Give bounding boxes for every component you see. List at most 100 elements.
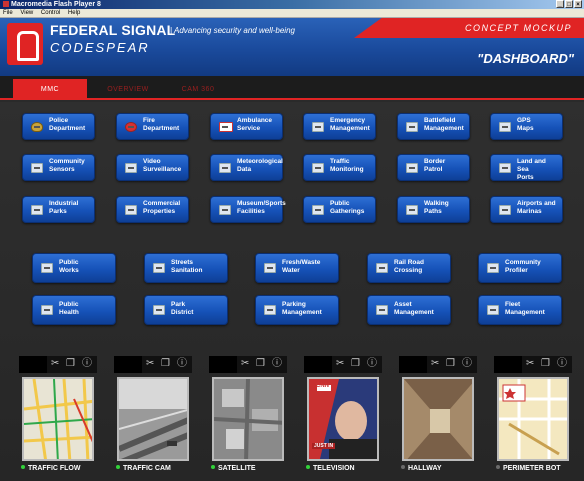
service-button-airport[interactable]: Airports and Marinas — [490, 196, 563, 223]
window-icon[interactable]: ❐ — [66, 358, 75, 370]
profiler-icon — [487, 263, 499, 273]
menu-control[interactable]: Control — [41, 10, 60, 16]
service-button-profiler[interactable]: Community Profiler — [478, 253, 562, 283]
service-button-fire[interactable]: Fire Department — [116, 113, 189, 140]
camera-feed-perimeter-bot[interactable]: ✂ ❐ ⓘ PERIMETER BOT — [494, 356, 572, 476]
feed-status-box — [399, 356, 427, 373]
battlefield-icon — [406, 122, 418, 132]
service-button-rail[interactable]: Rail Road Crossing — [367, 253, 451, 283]
menu-file[interactable]: File — [3, 10, 13, 16]
service-button-border[interactable]: Border Patrol — [397, 154, 470, 181]
perimeter-map — [499, 379, 567, 459]
service-label: Museum/Sports Facilities — [237, 200, 286, 215]
service-button-gps[interactable]: GPS Maps — [490, 113, 563, 140]
tab-mmc[interactable]: MMC — [13, 79, 87, 100]
feed-image[interactable]: CNN JUST IN — [307, 377, 379, 461]
cnn-logo: CNN — [316, 383, 329, 389]
settings-icon[interactable]: ✂ — [526, 358, 534, 370]
service-button-asset[interactable]: Asset Management — [367, 295, 451, 325]
service-button-traffic[interactable]: Traffic Monitoring — [303, 154, 376, 181]
service-label: Video Surveillance — [143, 158, 182, 173]
camera-feed-traffic-cam[interactable]: ✂ ❐ ⓘ TRAFFIC CAM — [114, 356, 192, 476]
feed-controls: ✂ ❐ ⓘ — [209, 356, 287, 373]
asset-icon — [376, 305, 388, 315]
service-label: Asset Management — [394, 301, 434, 316]
brand-name: FEDERAL SIGNAL — [50, 22, 176, 38]
menu-help[interactable]: Help — [68, 10, 80, 16]
service-label: Industrial Parks — [49, 200, 79, 215]
info-icon[interactable]: ⓘ — [557, 358, 567, 370]
camera-feed-television[interactable]: ✂ ❐ ⓘ CNN JUST IN TELEVISION — [304, 356, 382, 476]
service-button-park[interactable]: Park District — [144, 295, 228, 325]
flash-app-icon — [3, 1, 9, 7]
feed-image[interactable] — [117, 377, 189, 461]
service-button-walking[interactable]: Walking Paths — [397, 196, 470, 223]
federal-signal-logo — [7, 23, 43, 65]
info-icon[interactable]: ⓘ — [367, 358, 377, 370]
window-title: Macromedia Flash Player 8 — [11, 1, 101, 8]
service-button-video[interactable]: Video Surveillance — [116, 154, 189, 181]
service-button-industrial[interactable]: Industrial Parks — [22, 196, 95, 223]
tab-cam-360[interactable]: CAM 360 — [170, 79, 226, 100]
camera-feed-satellite[interactable]: ✂ ❐ ⓘ SATELLITE — [209, 356, 287, 476]
settings-icon[interactable]: ✂ — [241, 358, 249, 370]
feed-image[interactable] — [22, 377, 94, 461]
feed-image[interactable] — [497, 377, 569, 461]
feed-caption-text: PERIMETER BOT — [503, 465, 561, 472]
window-icon[interactable]: ❐ — [541, 358, 550, 370]
window-icon[interactable]: ❐ — [161, 358, 170, 370]
info-icon[interactable]: ⓘ — [177, 358, 187, 370]
feed-status-box — [114, 356, 142, 373]
service-button-weather[interactable]: Meteorological Data — [210, 154, 283, 181]
service-button-works[interactable]: Public Works — [32, 253, 116, 283]
tagline: | Advancing security and well-being — [170, 26, 295, 35]
menu-view[interactable]: View — [20, 10, 33, 16]
feed-controls: ✂ ❐ ⓘ — [19, 356, 97, 373]
walking-icon — [406, 205, 418, 215]
service-panel: Police Department Fire Department Ambulanc… — [0, 102, 584, 481]
service-button-fleet[interactable]: Fleet Management — [478, 295, 562, 325]
service-button-ambulance[interactable]: Ambulance Service — [210, 113, 283, 140]
service-button-port[interactable]: Land and Sea Ports — [490, 154, 563, 181]
info-icon[interactable]: ⓘ — [272, 358, 282, 370]
flash-player-window: Macromedia Flash Player 8 _ □ × File Vie… — [0, 0, 584, 481]
service-button-police-badge[interactable]: Police Department — [22, 113, 95, 140]
service-button-parking[interactable]: Parking Management — [255, 295, 339, 325]
service-button-sensor[interactable]: Community Sensors — [22, 154, 95, 181]
feed-controls: ✂ ❐ ⓘ — [114, 356, 192, 373]
service-label: Traffic Monitoring — [330, 158, 364, 173]
feed-caption: TRAFFIC FLOW — [19, 463, 97, 475]
service-button-battlefield[interactable]: Battlefield Management — [397, 113, 470, 140]
settings-icon[interactable]: ✂ — [336, 358, 344, 370]
settings-icon[interactable]: ✂ — [51, 358, 59, 370]
service-label: Walking Paths — [424, 200, 449, 215]
service-button-water[interactable]: Fresh/Waste Water — [255, 253, 339, 283]
close-button[interactable]: × — [574, 0, 582, 8]
camera-feed-hallway[interactable]: ✂ ❐ ⓘ HALLWAY — [399, 356, 477, 476]
service-button-emergency[interactable]: Emergency Management — [303, 113, 376, 140]
minimize-button[interactable]: _ — [556, 0, 564, 8]
commercial-icon — [125, 205, 137, 215]
info-icon[interactable]: ⓘ — [82, 358, 92, 370]
feed-image[interactable] — [402, 377, 474, 461]
rail-icon — [376, 263, 388, 273]
service-button-museum[interactable]: Museum/Sports Facilities — [210, 196, 286, 223]
window-icon[interactable]: ❐ — [446, 358, 455, 370]
feed-image[interactable] — [212, 377, 284, 461]
settings-icon[interactable]: ✂ — [431, 358, 439, 370]
info-icon[interactable]: ⓘ — [462, 358, 472, 370]
park-icon — [153, 305, 165, 315]
tab-overview[interactable]: OVERVIEW — [97, 79, 159, 100]
traffic-icon — [312, 163, 324, 173]
maximize-button[interactable]: □ — [565, 0, 573, 8]
camera-feed-traffic-flow[interactable]: ✂ ❐ ⓘ TRAFFIC FLOW — [19, 356, 97, 476]
concept-mockup-label: CONCEPT MOCKUP — [464, 23, 572, 33]
service-button-sanitation[interactable]: Streets Sanitation — [144, 253, 228, 283]
settings-icon[interactable]: ✂ — [146, 358, 154, 370]
video-icon — [125, 163, 137, 173]
service-button-gathering[interactable]: Public Gatherings — [303, 196, 376, 223]
service-button-commercial[interactable]: Commercial Properties — [116, 196, 189, 223]
window-icon[interactable]: ❐ — [351, 358, 360, 370]
service-button-health[interactable]: Public Health — [32, 295, 116, 325]
window-icon[interactable]: ❐ — [256, 358, 265, 370]
